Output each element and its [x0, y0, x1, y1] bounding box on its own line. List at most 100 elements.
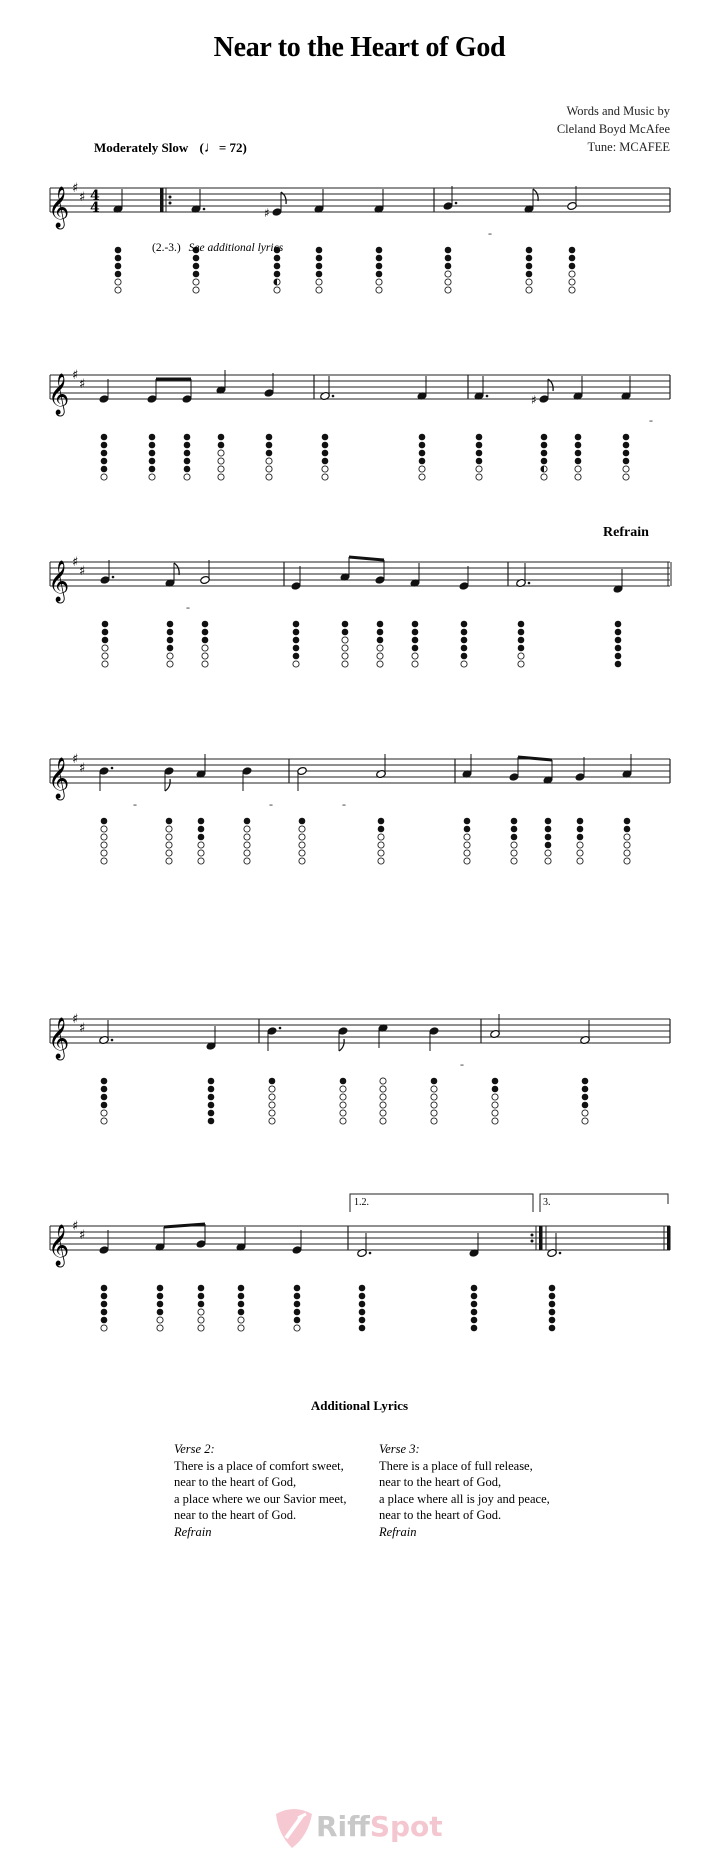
hole-closed-icon — [622, 441, 630, 449]
hole-closed-icon — [581, 1077, 589, 1085]
hole-open-icon — [339, 1093, 347, 1101]
hole-open-icon — [376, 652, 384, 660]
hole-closed-icon — [201, 636, 209, 644]
hole-closed-icon — [292, 628, 300, 636]
hole-open-icon — [268, 1101, 276, 1109]
hole-open-icon — [273, 286, 281, 294]
sharp-f-icon: ♯ — [72, 1219, 78, 1234]
hole-open-icon — [166, 660, 174, 668]
hole-closed-icon — [470, 1300, 478, 1308]
hole-closed-icon — [237, 1292, 245, 1300]
hole-closed-icon — [375, 246, 383, 254]
hole-closed-icon — [460, 636, 468, 644]
hole-open-icon — [339, 1109, 347, 1117]
hole-closed-icon — [197, 1300, 205, 1308]
lyric-hyphen: - — [649, 413, 653, 427]
hole-closed-icon — [100, 1300, 108, 1308]
hole-closed-icon — [315, 254, 323, 262]
hole-closed-icon — [540, 449, 548, 457]
verse-2-block: Verse 2: There is a place of comfort swe… — [174, 1441, 347, 1540]
hole-open-icon — [217, 465, 225, 473]
augmentation-dot — [110, 766, 114, 770]
hole-closed-icon — [100, 1292, 108, 1300]
hole-open-icon — [623, 841, 631, 849]
beam — [517, 755, 553, 762]
hole-open-icon — [148, 473, 156, 481]
hole-open-icon — [165, 857, 173, 865]
hole-closed-icon — [614, 620, 622, 628]
hole-closed-icon — [358, 1300, 366, 1308]
sharp-c-icon: ♯ — [79, 377, 85, 392]
hole-closed-icon — [192, 262, 200, 270]
verse-line: near to the heart of God, — [174, 1475, 297, 1489]
hole-closed-icon — [166, 644, 174, 652]
hole-closed-icon — [614, 652, 622, 660]
additional-lyrics-title: Additional Lyrics — [310, 1398, 409, 1413]
hole-open-icon — [444, 286, 452, 294]
riffspot-watermark: RiffSpot — [272, 1808, 452, 1848]
hole-closed-icon — [517, 620, 525, 628]
hole-closed-icon — [376, 636, 384, 644]
sharp-c-icon: ♯ — [79, 1228, 85, 1243]
hole-open-icon — [268, 1117, 276, 1125]
hole-open-icon — [463, 841, 471, 849]
hole-open-icon — [376, 660, 384, 668]
hole-closed-icon — [460, 644, 468, 652]
hole-closed-icon — [622, 449, 630, 457]
hole-open-icon — [623, 857, 631, 865]
hole-closed-icon — [614, 644, 622, 652]
hole-closed-icon — [341, 628, 349, 636]
hole-open-icon — [491, 1109, 499, 1117]
hole-closed-icon — [574, 433, 582, 441]
hole-open-icon — [100, 1117, 108, 1125]
hole-open-icon — [243, 849, 251, 857]
hole-open-icon — [315, 286, 323, 294]
hole-closed-icon — [183, 465, 191, 473]
hole-open-icon — [243, 825, 251, 833]
hole-open-icon — [237, 1316, 245, 1324]
hole-open-icon — [418, 465, 426, 473]
sharp-c-icon: ♯ — [79, 761, 85, 776]
flag — [164, 778, 171, 792]
hole-closed-icon — [544, 833, 552, 841]
lyric-hyphen: - — [186, 600, 190, 614]
lyric-hyphen: - — [342, 797, 346, 811]
repeat-start-thick — [160, 188, 164, 212]
hole-closed-icon — [475, 449, 483, 457]
hole-open-icon — [100, 1109, 108, 1117]
hole-closed-icon — [100, 433, 108, 441]
watermark-text-spot: Spot — [369, 1810, 443, 1843]
hole-closed-icon — [375, 262, 383, 270]
hole-closed-icon — [207, 1077, 215, 1085]
refrain-cue: Refrain — [174, 1524, 212, 1539]
hole-closed-icon — [101, 636, 109, 644]
hole-closed-icon — [268, 1077, 276, 1085]
hole-closed-icon — [411, 644, 419, 652]
hole-open-icon — [491, 1117, 499, 1125]
refrain-cue: Refrain — [379, 1524, 417, 1539]
hole-open-icon — [197, 849, 205, 857]
hole-closed-icon — [358, 1308, 366, 1316]
hole-closed-icon — [525, 246, 533, 254]
hole-closed-icon — [517, 636, 525, 644]
hole-closed-icon — [114, 246, 122, 254]
hole-closed-icon — [148, 457, 156, 465]
hole-open-icon — [100, 825, 108, 833]
hole-open-icon — [243, 857, 251, 865]
sharp-f-icon: ♯ — [72, 1012, 78, 1027]
hole-closed-icon — [475, 433, 483, 441]
hole-open-icon — [525, 286, 533, 294]
see-additional-lyrics: See additional lyrics — [188, 242, 284, 254]
hole-closed-icon — [207, 1117, 215, 1125]
hole-open-icon — [525, 278, 533, 286]
augmentation-dot — [202, 207, 206, 211]
hole-open-icon — [197, 841, 205, 849]
hole-open-icon — [475, 473, 483, 481]
hole-open-icon — [576, 849, 584, 857]
hole-closed-icon — [574, 441, 582, 449]
hole-closed-icon — [100, 1101, 108, 1109]
hole-open-icon — [217, 473, 225, 481]
hole-open-icon — [517, 652, 525, 660]
hole-closed-icon — [148, 465, 156, 473]
hole-closed-icon — [418, 449, 426, 457]
